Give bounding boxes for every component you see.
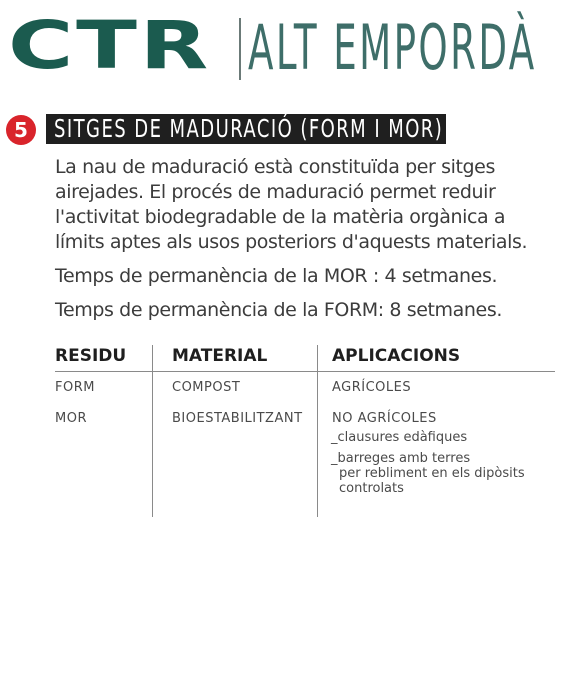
section-number-badge: 5 xyxy=(6,115,36,145)
sub-item: per rebliment en els dipòsits xyxy=(339,466,525,481)
column-divider xyxy=(152,345,153,517)
ctr-logo: CTR xyxy=(8,7,211,84)
table-cell-aplicacions: NO AGRÍCOLES xyxy=(332,411,437,426)
paragraph-mor-time: Temps de permanència de la MOR : 4 setma… xyxy=(55,265,498,287)
column-header-material: MATERIAL xyxy=(172,346,268,366)
table-cell-residu: MOR xyxy=(55,411,87,426)
column-divider xyxy=(317,345,318,517)
paragraph-description: La nau de maduració està constituïda per… xyxy=(55,156,528,253)
sub-item: _barreges amb terres xyxy=(331,451,471,466)
sub-item: controlats xyxy=(339,481,404,496)
section-title: SITGES DE MADURACIÓ (FORM I MOR) xyxy=(46,114,446,144)
column-header-residu: RESIDU xyxy=(55,346,127,366)
table-cell-residu: FORM xyxy=(55,380,95,395)
table-cell-aplicacions: AGRÍCOLES xyxy=(332,380,412,395)
section-title-text: SITGES DE MADURACIÓ (FORM I MOR) xyxy=(54,114,444,143)
sub-item: _clausures edàfiques xyxy=(331,430,468,445)
table-cell-material: COMPOST xyxy=(172,380,241,395)
materials-table: RESIDU MATERIAL APLICACIONS FORM COMPOST… xyxy=(55,345,555,517)
header: CTR ALT EMPORDÀ xyxy=(8,7,558,84)
table-cell-material: BIOESTABILITZANT xyxy=(172,411,303,426)
paragraph-form-time: Temps de permanència de la FORM: 8 setma… xyxy=(55,299,502,321)
column-header-aplicacions: APLICACIONS xyxy=(332,346,461,366)
body-text: La nau de maduració està constituïda per… xyxy=(55,155,560,332)
header-subtitle: ALT EMPORDÀ xyxy=(248,11,537,84)
table-header-rule xyxy=(55,371,555,372)
header-divider xyxy=(239,18,241,80)
section-heading: 5 SITGES DE MADURACIÓ (FORM I MOR) xyxy=(6,114,446,145)
